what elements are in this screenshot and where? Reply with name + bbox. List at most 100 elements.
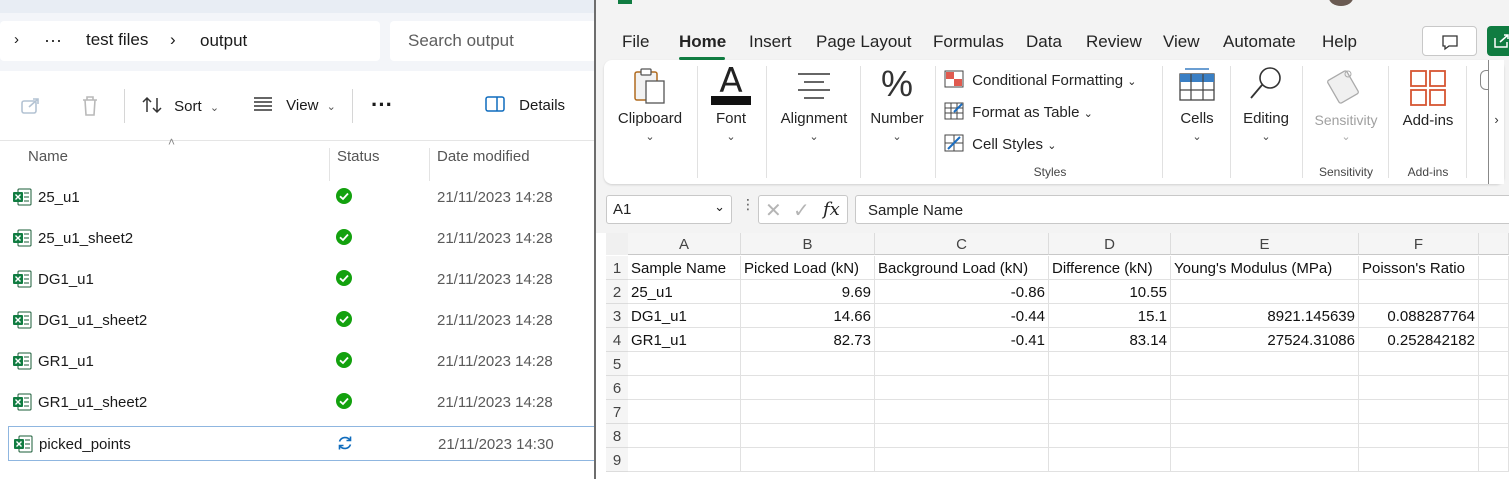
view-button[interactable]: View ⌄: [252, 96, 336, 114]
row-header[interactable]: 9: [606, 448, 628, 472]
table-cell[interactable]: Sample Name: [628, 256, 741, 280]
formula-bar-grip-icon[interactable]: ⋮: [741, 197, 755, 211]
name-box[interactable]: A1 ⌄: [606, 195, 732, 224]
table-cell[interactable]: [875, 448, 1049, 472]
table-cell[interactable]: [1359, 280, 1479, 304]
column-header-status[interactable]: Status: [337, 148, 380, 165]
table-cell[interactable]: 14.66: [741, 304, 875, 328]
table-cell[interactable]: [1479, 256, 1509, 280]
table-cell[interactable]: Picked Load (kN): [741, 256, 875, 280]
file-row[interactable]: GR1_u1_sheet2 21/11/2023 14:28: [8, 385, 594, 420]
more-options-button[interactable]: ···: [371, 92, 393, 118]
column-header-name[interactable]: Name: [28, 148, 68, 165]
row-header[interactable]: 1: [606, 256, 628, 280]
breadcrumb-item-test-files[interactable]: test files: [86, 30, 148, 50]
ribbon-scroll-button[interactable]: ›: [1488, 60, 1504, 184]
row-header[interactable]: 2: [606, 280, 628, 304]
table-cell[interactable]: [875, 424, 1049, 448]
tab-review[interactable]: Review: [1086, 32, 1142, 52]
table-cell[interactable]: [741, 448, 875, 472]
column-header-d[interactable]: D: [1049, 233, 1171, 255]
table-cell[interactable]: [875, 400, 1049, 424]
table-cell[interactable]: [1171, 448, 1359, 472]
breadcrumb-overflow[interactable]: ···: [44, 30, 62, 51]
alignment-group[interactable]: Alignment ⌄: [770, 60, 858, 184]
table-cell[interactable]: [1049, 424, 1171, 448]
table-cell[interactable]: [1479, 328, 1509, 352]
table-cell[interactable]: 0.252842182: [1359, 328, 1479, 352]
file-row[interactable]: DG1_u1_sheet2 21/11/2023 14:28: [8, 303, 594, 338]
column-divider[interactable]: [429, 148, 430, 181]
tab-view[interactable]: View: [1163, 32, 1200, 52]
format-as-table-button[interactable]: Format as Table ⌄: [944, 102, 1093, 121]
search-input[interactable]: Search output: [390, 21, 594, 61]
insert-function-icon[interactable]: fx: [823, 199, 840, 220]
table-cell[interactable]: [1479, 352, 1509, 376]
tab-home[interactable]: Home: [679, 32, 726, 52]
column-header-b[interactable]: B: [741, 233, 875, 255]
table-cell[interactable]: [1479, 280, 1509, 304]
table-cell[interactable]: [741, 376, 875, 400]
table-cell[interactable]: 8921.145639: [1171, 304, 1359, 328]
table-cell[interactable]: [741, 400, 875, 424]
avatar[interactable]: [1329, 0, 1353, 6]
file-row[interactable]: picked_points 21/11/2023 14:30: [8, 426, 594, 461]
delete-icon[interactable]: [80, 95, 100, 122]
tab-insert[interactable]: Insert: [749, 32, 792, 52]
formula-input[interactable]: Sample Name: [855, 195, 1509, 224]
table-cell[interactable]: [741, 424, 875, 448]
select-all-corner[interactable]: [606, 233, 628, 255]
table-cell[interactable]: Background Load (kN): [875, 256, 1049, 280]
clipboard-group[interactable]: Clipboard ⌄: [610, 60, 690, 184]
table-cell[interactable]: [1479, 400, 1509, 424]
table-cell[interactable]: -0.44: [875, 304, 1049, 328]
details-button[interactable]: Details: [485, 96, 565, 114]
table-cell[interactable]: 25_u1: [628, 280, 741, 304]
table-cell[interactable]: [628, 400, 741, 424]
tab-formulas[interactable]: Formulas: [933, 32, 1004, 52]
row-header[interactable]: 8: [606, 424, 628, 448]
confirm-icon[interactable]: ✓: [793, 198, 810, 223]
table-cell[interactable]: [741, 352, 875, 376]
table-cell[interactable]: [1479, 376, 1509, 400]
column-header-a[interactable]: A: [628, 233, 741, 255]
table-cell[interactable]: [1479, 448, 1509, 472]
share-icon[interactable]: [20, 95, 42, 120]
column-header-f[interactable]: F: [1359, 233, 1479, 255]
tab-page-layout[interactable]: Page Layout: [816, 32, 911, 52]
table-cell[interactable]: [875, 352, 1049, 376]
file-row[interactable]: DG1_u1 21/11/2023 14:28: [8, 262, 594, 297]
cells-group[interactable]: Cells ⌄: [1166, 60, 1228, 184]
column-header-next[interactable]: [1479, 233, 1509, 255]
breadcrumb[interactable]: › ··· test files › output: [0, 21, 380, 61]
sort-button[interactable]: Sort ⌄: [142, 96, 219, 115]
table-cell[interactable]: Poisson's Ratio: [1359, 256, 1479, 280]
table-cell[interactable]: [628, 448, 741, 472]
comments-button[interactable]: [1422, 26, 1477, 56]
table-cell[interactable]: [1359, 400, 1479, 424]
cancel-icon[interactable]: ✕: [765, 198, 782, 223]
file-row[interactable]: 25_u1_sheet2 21/11/2023 14:28: [8, 221, 594, 256]
table-cell[interactable]: [1479, 424, 1509, 448]
table-cell[interactable]: 0.088287764: [1359, 304, 1479, 328]
share-button[interactable]: [1487, 26, 1509, 56]
table-cell[interactable]: 10.55: [1049, 280, 1171, 304]
column-header-c[interactable]: C: [875, 233, 1049, 255]
table-cell[interactable]: DG1_u1: [628, 304, 741, 328]
table-cell[interactable]: Young's Modulus (MPa): [1171, 256, 1359, 280]
column-header-date[interactable]: Date modified: [437, 148, 530, 165]
tab-data[interactable]: Data: [1026, 32, 1062, 52]
chevron-right-icon[interactable]: ›: [170, 30, 176, 50]
table-cell[interactable]: [1049, 400, 1171, 424]
table-cell[interactable]: -0.86: [875, 280, 1049, 304]
table-cell[interactable]: [1049, 352, 1171, 376]
table-cell[interactable]: [1171, 424, 1359, 448]
table-cell[interactable]: [1359, 352, 1479, 376]
editing-group[interactable]: Editing ⌄: [1234, 60, 1298, 184]
file-row[interactable]: 25_u1 21/11/2023 14:28: [8, 180, 594, 215]
row-header[interactable]: 5: [606, 352, 628, 376]
addins-group[interactable]: Add-ins Add-ins: [1392, 60, 1464, 184]
chevron-right-icon[interactable]: ›: [14, 31, 19, 48]
table-cell[interactable]: [1171, 376, 1359, 400]
table-cell[interactable]: [1171, 352, 1359, 376]
